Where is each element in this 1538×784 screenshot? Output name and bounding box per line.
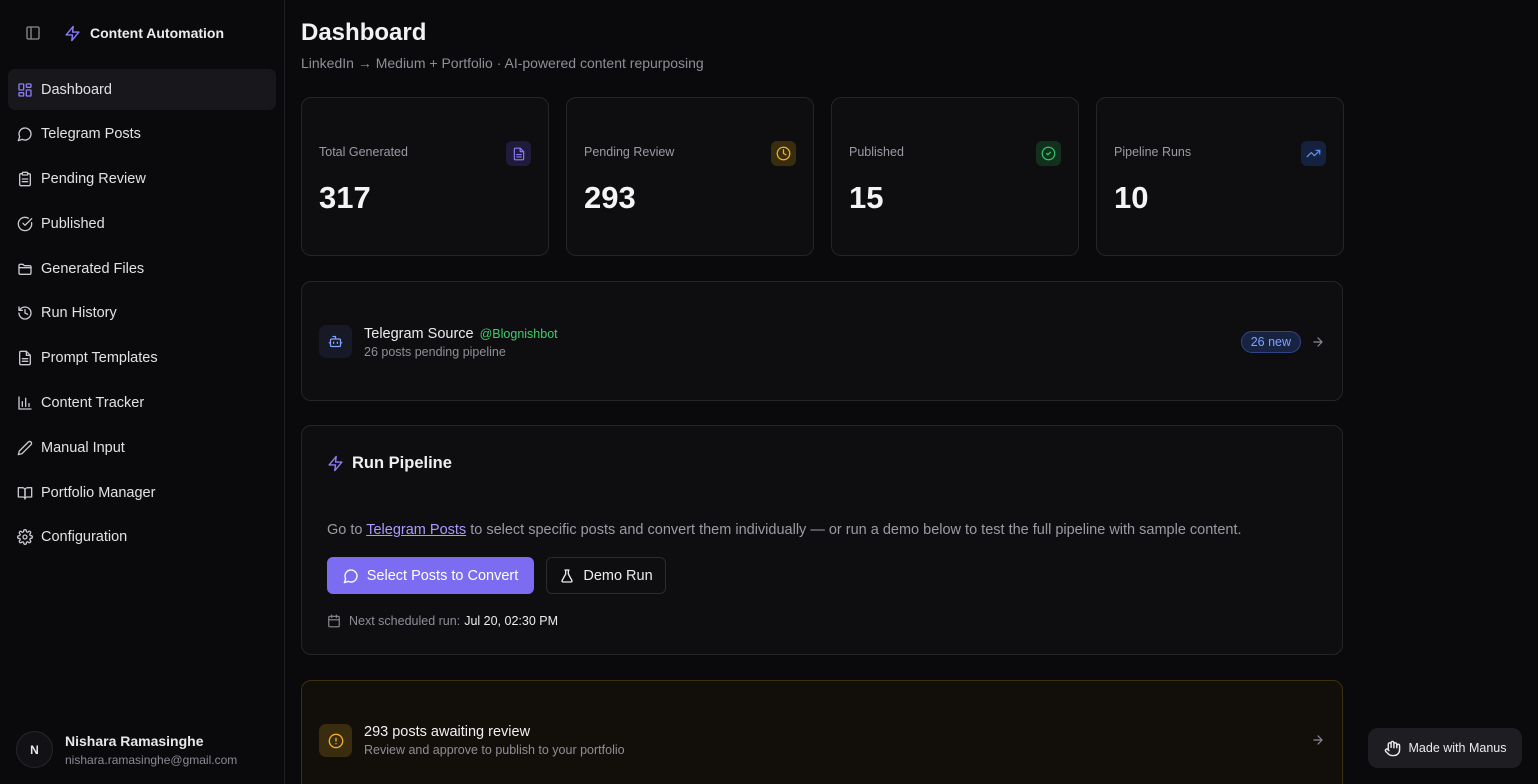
made-with-manus-button[interactable]: Made with Manus — [1368, 728, 1522, 768]
arrow-right-icon[interactable] — [1310, 732, 1326, 748]
sidebar-item-telegram-posts[interactable]: Telegram Posts — [8, 114, 276, 155]
stat-value: 10 — [1114, 180, 1149, 215]
sidebar-item-label: Manual Input — [41, 439, 125, 456]
sidebar-item-label: Generated Files — [41, 260, 145, 277]
sidebar-item-label: Prompt Templates — [41, 350, 158, 367]
check-circle-icon — [17, 216, 33, 232]
sidebar-item-configuration[interactable]: Configuration — [8, 517, 276, 558]
schedule-label: Next scheduled run: — [349, 614, 461, 628]
sidebar-item-label: Published — [41, 215, 105, 232]
user-profile[interactable]: N Nishara Ramasinghe nishara.ramasinghe@… — [16, 731, 237, 768]
telegram-source-card[interactable]: Telegram Source @Blognishbot 26 posts pen… — [301, 281, 1343, 401]
app-title: Content Automation — [90, 25, 225, 41]
review-alert-card[interactable]: 293 posts awaiting review Review and app… — [301, 680, 1343, 784]
sidebar-item-label: Pending Review — [41, 171, 146, 188]
run-pipeline-card: Run Pipeline Go to Telegram Posts to sel… — [301, 425, 1343, 655]
message-icon — [343, 568, 358, 583]
run-pipeline-title: Run Pipeline — [352, 454, 452, 472]
stat-value: 15 — [849, 180, 884, 215]
page-title: Dashboard — [301, 19, 427, 46]
stat-card-pipeline-runs: Pipeline Runs 10 — [1096, 97, 1344, 256]
desc-before: Go to — [327, 522, 367, 538]
sidebar-item-label: Dashboard — [41, 81, 112, 98]
desc-after: to select specific posts and convert the… — [466, 522, 1242, 538]
flask-icon — [561, 568, 574, 583]
telegram-title: Telegram Source — [364, 326, 474, 342]
demo-run-label: Demo Run — [583, 567, 653, 584]
schedule-value: Jul 20, 02:30 PM — [464, 614, 558, 628]
bar-chart-icon — [17, 395, 33, 411]
sidebar-item-dashboard[interactable]: Dashboard — [8, 69, 276, 110]
file-icon — [506, 141, 531, 166]
page-subtitle: LinkedIn → Medium + Portfolio · AI-power… — [301, 55, 704, 71]
book-icon — [17, 485, 33, 501]
pipeline-description: Go to Telegram Posts to select specific … — [327, 522, 1242, 538]
brand-header: Content Automation — [0, 0, 284, 66]
sidebar-item-prompt-templates[interactable]: Prompt Templates — [8, 338, 276, 379]
user-name: Nishara Ramasinghe — [65, 732, 204, 749]
telegram-posts-link[interactable]: Telegram Posts — [366, 522, 466, 538]
sidebar-item-portfolio-manager[interactable]: Portfolio Manager — [8, 472, 276, 513]
telegram-handle: @Blognishbot — [479, 327, 558, 341]
sidebar-item-label: Content Tracker — [41, 395, 145, 412]
folder-icon — [17, 261, 33, 277]
stat-card-published: Published 15 — [831, 97, 1079, 256]
message-icon — [17, 126, 33, 142]
sidebar: Content Automation Dashboard Telegram Po… — [0, 0, 285, 784]
telegram-title-row: Telegram Source @Blognishbot — [364, 326, 558, 342]
manus-label: Made with Manus — [1408, 741, 1507, 755]
manus-hand-icon — [1384, 740, 1400, 756]
stat-label: Total Generated — [319, 145, 408, 159]
calendar-icon — [328, 614, 340, 628]
file-text-icon — [17, 350, 33, 366]
sidebar-nav: Dashboard Telegram Posts Pending Review … — [0, 66, 284, 558]
sidebar-item-pending-review[interactable]: Pending Review — [8, 159, 276, 200]
bolt-icon — [328, 455, 343, 472]
run-pipeline-header: Run Pipeline — [327, 454, 452, 473]
telegram-subtitle: 26 posts pending pipeline — [364, 345, 506, 359]
main-content: Dashboard LinkedIn → Medium + Portfolio … — [285, 0, 1538, 784]
alert-icon — [319, 724, 352, 757]
select-posts-label: Select Posts to Convert — [366, 567, 519, 584]
user-meta: Nishara Ramasinghe nishara.ramasinghe@gm… — [65, 733, 237, 767]
sidebar-item-label: Telegram Posts — [41, 126, 141, 143]
sidebar-toggle-icon[interactable] — [24, 24, 42, 42]
user-email: nishara.ramasinghe@gmail.com — [65, 752, 238, 767]
new-count-badge: 26 new — [1240, 331, 1301, 353]
stats-row: Total Generated 317 Pending Review 293 P… — [301, 97, 1344, 256]
select-posts-button[interactable]: Select Posts to Convert — [327, 557, 534, 594]
stat-value: 317 — [319, 180, 371, 215]
avatar: N — [16, 731, 53, 768]
stat-value: 293 — [584, 180, 636, 215]
sidebar-item-label: Portfolio Manager — [41, 484, 156, 501]
history-icon — [17, 305, 33, 321]
stat-label: Published — [849, 145, 904, 159]
sidebar-item-content-tracker[interactable]: Content Tracker — [8, 383, 276, 424]
stat-card-pending-review: Pending Review 293 — [566, 97, 814, 256]
demo-run-button[interactable]: Demo Run — [546, 557, 666, 594]
clipboard-icon — [17, 171, 33, 187]
bolt-icon — [64, 24, 82, 42]
bot-icon — [319, 325, 352, 358]
app-root: Content Automation Dashboard Telegram Po… — [0, 0, 1538, 784]
grid-icon — [17, 82, 33, 98]
clock-icon — [771, 141, 796, 166]
review-title: 293 posts awaiting review — [364, 724, 531, 740]
pen-icon — [17, 440, 33, 456]
sidebar-item-generated-files[interactable]: Generated Files — [8, 248, 276, 289]
sidebar-item-manual-input[interactable]: Manual Input — [8, 427, 276, 468]
stat-label: Pending Review — [584, 145, 675, 159]
check-circle-icon — [1036, 141, 1061, 166]
sidebar-item-label: Configuration — [41, 529, 128, 546]
review-subtitle: Review and approve to publish to your po… — [364, 743, 625, 757]
stat-label: Pipeline Runs — [1114, 145, 1192, 159]
gear-icon — [17, 529, 33, 546]
sidebar-item-label: Run History — [41, 305, 117, 322]
next-scheduled-run: Next scheduled run: Jul 20, 02:30 PM — [327, 614, 558, 628]
sidebar-item-published[interactable]: Published — [8, 203, 276, 244]
arrow-right-icon[interactable] — [1310, 334, 1326, 350]
stat-card-total-generated: Total Generated 317 — [301, 97, 549, 256]
trending-up-icon — [1301, 141, 1326, 166]
sidebar-item-run-history[interactable]: Run History — [8, 293, 276, 334]
